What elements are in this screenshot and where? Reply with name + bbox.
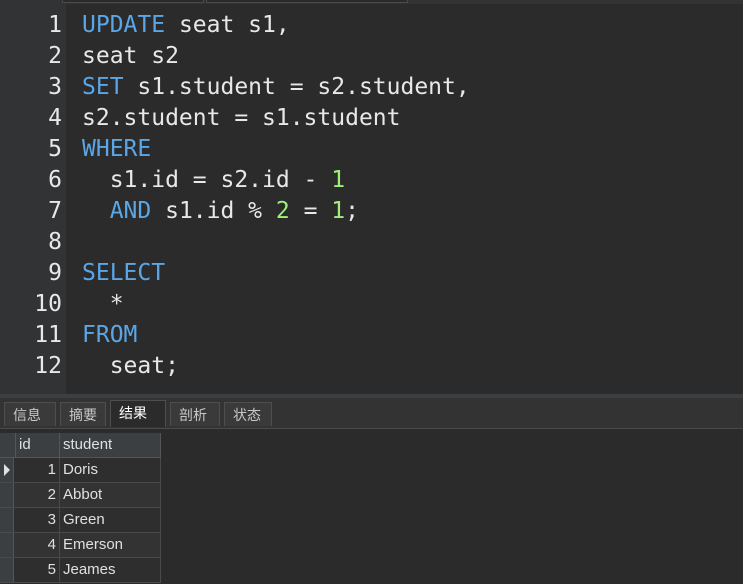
line-number: 6 [48, 167, 62, 193]
row-selector[interactable] [0, 533, 14, 557]
sql-keyword: FROM [82, 322, 138, 348]
code-line[interactable]: 11 FROM [0, 320, 743, 351]
cell-id[interactable]: 3 [15, 508, 60, 532]
line-number: 9 [48, 260, 62, 286]
line-number: 7 [48, 198, 62, 224]
table-row[interactable]: 4 Emerson [0, 533, 161, 558]
sql-identifier: s2.student = s1.student [82, 105, 401, 131]
line-number: 5 [48, 136, 62, 162]
code-text: * [82, 289, 124, 320]
sql-keyword: UPDATE [82, 12, 166, 38]
line-number: 11 [34, 322, 62, 348]
line-number: 10 [34, 291, 62, 317]
code-text: s2.student = s1.student [82, 103, 401, 134]
cell-student[interactable]: Emerson [60, 533, 161, 557]
code-text: SET s1.student = s2.student, [82, 72, 470, 103]
code-line[interactable]: 10 * [0, 289, 743, 320]
line-number: 4 [48, 105, 62, 131]
sql-identifier: * [82, 291, 124, 317]
sql-identifier: = [289, 198, 332, 224]
line-number: 1 [48, 12, 62, 38]
sql-keyword: WHERE [82, 136, 152, 162]
cell-student[interactable]: Jeames [60, 558, 161, 582]
sql-number: 1 [331, 198, 346, 224]
table-row[interactable]: 5 Jeames [0, 558, 161, 583]
code-text: FROM [82, 320, 137, 351]
code-line[interactable]: 9 SELECT [0, 258, 743, 289]
table-row[interactable]: 3 Green [0, 508, 161, 533]
sql-identifier: s1.student = s2.student, [123, 74, 470, 100]
code-line[interactable]: 3 SET s1.student = s2.student, [0, 72, 743, 103]
cell-student[interactable]: Doris [60, 458, 161, 482]
tab-status[interactable]: 状态 [224, 402, 272, 426]
result-tabs: 信息摘要结果 1剖析状态 [0, 398, 743, 445]
code-line[interactable]: 7 AND s1.id % 2 = 1; [0, 196, 743, 227]
sql-identifier: seat s2 [82, 43, 179, 69]
tab-summary[interactable]: 摘要 [60, 402, 106, 426]
code-line[interactable]: 1 UPDATE seat s1, [0, 10, 743, 41]
row-selector[interactable] [0, 483, 14, 507]
code-text: seat; [82, 351, 179, 382]
line-number: 12 [34, 353, 62, 379]
cell-id[interactable]: 1 [15, 458, 60, 482]
sql-number: 2 [275, 198, 290, 224]
sql-keyword: SELECT [82, 260, 166, 286]
cell-student[interactable]: Green [60, 508, 161, 532]
tab-result-1[interactable]: 结果 1 [110, 400, 166, 445]
code-text: AND s1.id % 2 = 1; [82, 196, 359, 227]
table-row[interactable]: 2 Abbot [0, 483, 161, 508]
code-line[interactable]: 5 WHERE [0, 134, 743, 165]
line-number: 2 [48, 43, 62, 69]
result-grid: id student 1 Doris 2 Abbot 3 Green 4 Emerson 5 Je… [0, 429, 743, 584]
tab-profile[interactable]: 剖析 [170, 402, 220, 426]
sql-identifier: s1.id = s2.id - [82, 167, 332, 193]
code-line[interactable]: 4 s2.student = s1.student [0, 103, 743, 134]
sql-editor[interactable]: 1 UPDATE seat s1, 2 seat s2 3 SET s1.student … [0, 4, 743, 394]
sql-keyword: AND [82, 198, 152, 224]
line-number: 3 [48, 74, 62, 100]
sql-number: 1 [331, 167, 346, 193]
code-text: seat s2 [82, 41, 179, 72]
navicat-query-window: 1 UPDATE seat s1, 2 seat s2 3 SET s1.student … [0, 0, 743, 584]
cell-student[interactable]: Abbot [60, 483, 161, 507]
window-tab[interactable] [62, 0, 204, 3]
code-line[interactable]: 12 seat; [0, 351, 743, 382]
cell-id[interactable]: 4 [15, 533, 60, 557]
code-line[interactable]: 6 s1.id = s2.id - 1 [0, 165, 743, 196]
code-line[interactable]: 2 seat s2 [0, 41, 743, 72]
table-row[interactable]: 1 Doris [0, 458, 161, 483]
cell-id[interactable]: 2 [15, 483, 60, 507]
code-text: WHERE [82, 134, 151, 165]
tab-info[interactable]: 信息 [4, 402, 56, 426]
line-number: 8 [48, 229, 62, 255]
row-selector[interactable] [0, 458, 14, 482]
code-text: s1.id = s2.id - 1 [82, 165, 345, 196]
column-header-student[interactable]: student [60, 433, 161, 457]
column-header-id[interactable]: id [15, 433, 60, 457]
row-selector[interactable] [0, 508, 14, 532]
sql-identifier: seat; [82, 353, 179, 379]
grid-header: id student [0, 433, 161, 458]
code-text: SELECT [82, 258, 165, 289]
row-pointer-icon [4, 464, 10, 476]
window-tab[interactable] [206, 0, 408, 3]
sql-keyword: SET [82, 74, 124, 100]
code-line[interactable]: 8 [0, 227, 743, 258]
code-text: UPDATE seat s1, [82, 10, 290, 41]
sql-identifier: ; [345, 198, 359, 224]
sql-identifier: s1.id % [151, 198, 276, 224]
row-selector[interactable] [0, 558, 14, 582]
sql-identifier: seat s1, [165, 12, 290, 38]
cell-id[interactable]: 5 [15, 558, 60, 582]
